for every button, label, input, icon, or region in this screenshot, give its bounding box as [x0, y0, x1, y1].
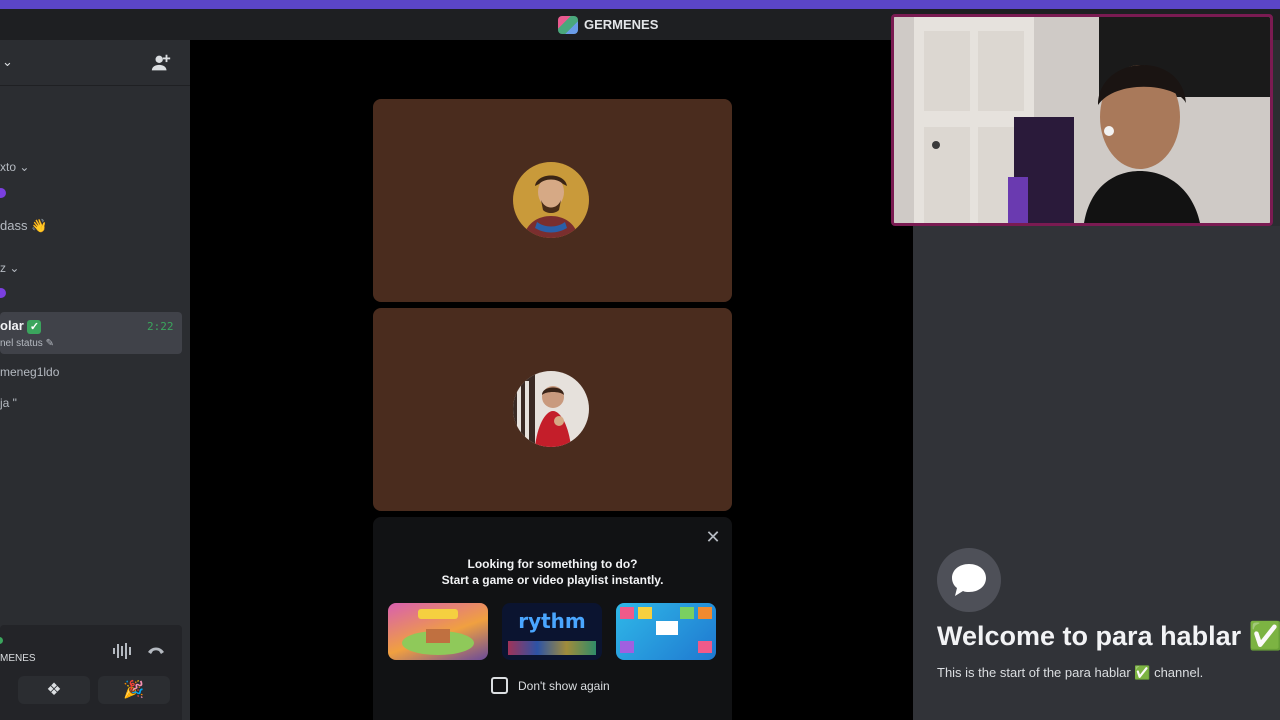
pencil-icon: ✎ — [45, 338, 54, 349]
game-thumbnail-3[interactable] — [616, 603, 716, 660]
server-icon — [558, 15, 578, 34]
child-avatar-icon — [513, 371, 589, 447]
chevron-down-icon[interactable]: ⌄ — [2, 54, 18, 70]
sidebar-item-1[interactable]: xto ⌄ — [0, 160, 29, 174]
portrait-avatar-icon — [513, 162, 589, 238]
activity-dot — [0, 188, 6, 198]
soundboard-button[interactable]: 🎉 — [98, 676, 170, 704]
dont-show-checkbox[interactable] — [491, 677, 508, 694]
active-channel-name: olar ✓ — [0, 318, 42, 334]
participant-tile-2[interactable] — [373, 308, 732, 511]
participant-tile-1[interactable] — [373, 99, 732, 302]
connected-indicator — [0, 637, 3, 644]
game-art-3 — [620, 607, 712, 653]
activities-icon: ❖ — [46, 680, 62, 699]
channel-start-text: This is the start of the para hablar ✅ c… — [937, 665, 1204, 680]
dont-show-label: Don't show again — [518, 678, 610, 693]
window-title: GERMENES — [558, 9, 658, 40]
game-thumbnail-1[interactable] — [388, 603, 488, 660]
activity-prompt-line1: Looking for something to do? — [467, 557, 638, 571]
welcome-title: Welcome to para hablar ✅ — [937, 621, 1280, 651]
close-icon[interactable]: ✕ — [702, 526, 724, 548]
window-title-text: GERMENES — [584, 17, 659, 32]
webcam-overlay — [891, 14, 1273, 226]
sidebar-item-5[interactable]: meneg1ldo — [0, 365, 59, 379]
speech-bubble-icon — [952, 564, 986, 596]
disconnect-icon[interactable] — [146, 643, 166, 657]
voice-waveform-icon[interactable] — [112, 642, 132, 660]
sidebar-item-6[interactable]: ja " — [0, 396, 17, 410]
rythm-logo-text: rythm — [518, 609, 586, 633]
rythm-art-strip — [508, 641, 596, 655]
sidebar-header: ⌄ — [0, 40, 190, 86]
activity-prompt-panel: ✕ Looking for something to do? Start a g… — [373, 517, 732, 720]
activities-button[interactable]: ❖ — [18, 676, 90, 704]
sidebar-item-2[interactable]: dass 👋 — [0, 218, 47, 234]
user-panel: MENES ❖ 🎉 — [0, 625, 182, 720]
add-user-icon[interactable] — [150, 52, 172, 74]
dont-show-again[interactable]: Don't show again — [491, 677, 610, 694]
participant-avatar-2 — [513, 371, 589, 447]
sidebar-item-active[interactable]: olar ✓ nel status ✎ 2:22 — [0, 312, 182, 354]
voice-timer: 2:22 — [147, 320, 174, 333]
channel-sidebar: ⌄ xto ⌄ dass 👋 z ⌄ olar ✓ nel status ✎ 2… — [0, 40, 190, 720]
channel-chat-icon — [937, 548, 1001, 612]
soundboard-icon: 🎉 — [123, 680, 145, 699]
user-panel-name: MENES — [0, 653, 36, 664]
top-accent-bar — [0, 0, 1280, 9]
game-thumbnail-rythm[interactable]: rythm — [502, 603, 602, 660]
participant-avatar-1 — [513, 162, 589, 238]
wave-emoji-icon: 👋 — [31, 218, 48, 233]
game-art-1 — [402, 609, 474, 655]
channel-status-text: nel status — [0, 338, 43, 349]
check-icon: ✓ — [27, 319, 42, 334]
active-channel-label: olar — [0, 318, 24, 333]
activity-prompt-line2: Start a game or video playlist instantly… — [441, 573, 664, 587]
sidebar-item-3[interactable]: z ⌄ — [0, 261, 19, 275]
sidebar-item-2-label: dass — [0, 218, 28, 233]
activity-dot-2 — [0, 288, 6, 298]
webcam-feed-image — [894, 17, 1270, 223]
channel-status[interactable]: nel status ✎ — [0, 338, 54, 349]
